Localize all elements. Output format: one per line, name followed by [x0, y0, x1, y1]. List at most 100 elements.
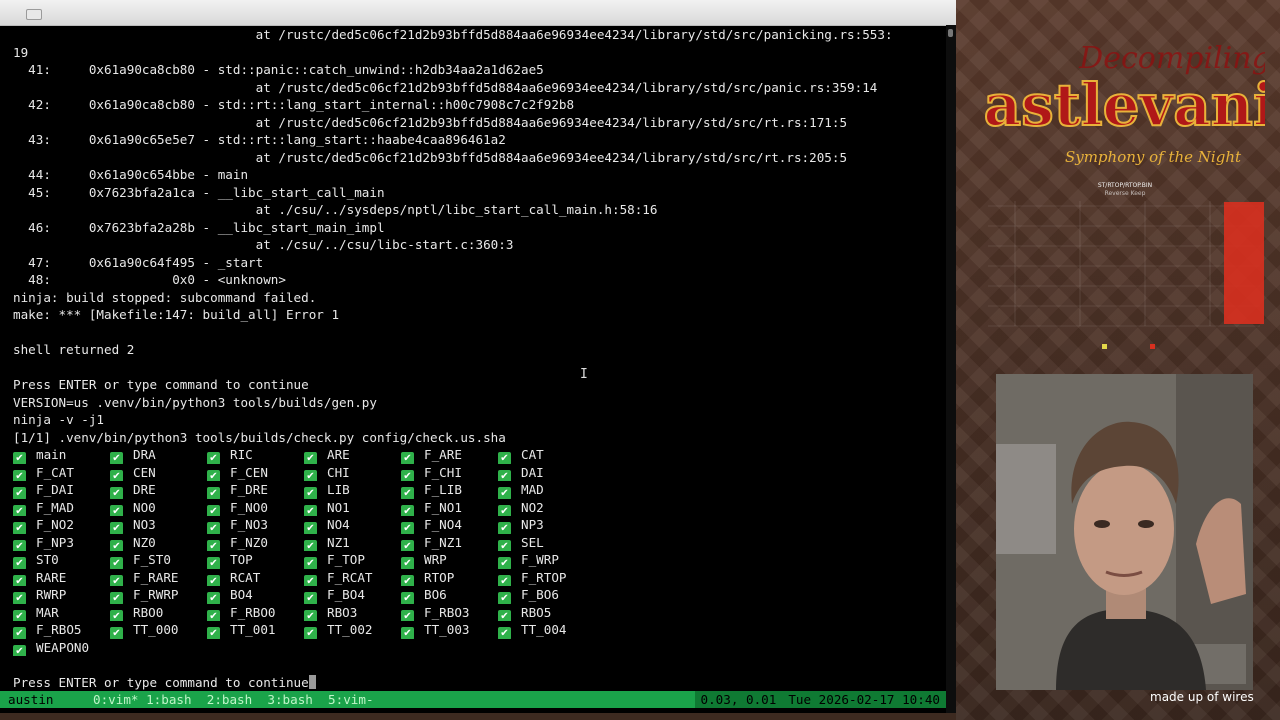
terminal-line: 42: 0x61a90ca8cb80 - std::rt::lang_start… — [13, 97, 575, 112]
check-mark-icon: ✔ — [110, 574, 123, 586]
logo-title-main: Castlevania — [985, 71, 1265, 139]
check-mark-icon: ✔ — [207, 609, 220, 621]
check-item-label: F_WRP — [521, 552, 559, 567]
check-item: ✔ DAI — [498, 464, 595, 481]
check-row: ✔ F_CAT ✔ CEN ✔ F_CEN ✔ CHI ✔ F_CHI ✔ DAI — [13, 464, 945, 481]
terminal-line: at ./csu/../sysdeps/nptl/libc_start_call… — [13, 202, 658, 217]
terminal-line: at /rustc/ded5c06cf21d2b93bffd5d884aa6e9… — [13, 79, 878, 95]
stream-caption: made up of wires — [1150, 690, 1254, 704]
check-item-label: NO1 — [327, 499, 350, 515]
check-mark-icon: ✔ — [498, 557, 511, 569]
check-mark-icon: ✔ — [207, 574, 220, 586]
check-item-label: ARE — [327, 447, 350, 462]
check-row: ✔ F_MAD ✔ NO0 ✔ F_NO0 ✔ NO1 ✔ F_NO1 ✔ NO2 — [13, 499, 945, 516]
check-mark-icon: ✔ — [207, 592, 220, 604]
check-item-label: F_NO0 — [230, 499, 268, 515]
check-mark-icon: ✔ — [13, 627, 26, 639]
check-row: ✔ F_NO2 ✔ NO3 ✔ F_NO3 ✔ NO4 ✔ F_NO4 ✔ NP3 — [13, 516, 945, 534]
terminal-line: 43: 0x61a90c65e5e7 - std::rt::lang_start… — [13, 132, 506, 147]
check-item: ✔ CHI — [304, 464, 401, 481]
check-item: ✔ TT_002 — [304, 621, 401, 639]
check-item: ✔ F_BO4 — [304, 586, 401, 604]
tmux-session-name[interactable]: austin — [0, 691, 78, 708]
terminal-line: 46: 0x7623bfa2a28b - __libc_start_main_i… — [13, 219, 385, 235]
check-mark-icon: ✔ — [304, 452, 317, 464]
check-item-label: LIB — [327, 482, 350, 497]
check-mark-icon: ✔ — [13, 592, 26, 604]
check-mark-icon: ✔ — [304, 504, 317, 516]
check-mark-icon: ✔ — [304, 609, 317, 621]
check-mark-icon: ✔ — [401, 557, 414, 569]
check-item-label: RIC — [230, 447, 253, 462]
check-item: ✔ LIB — [304, 481, 401, 499]
check-item: ✔ DRA — [110, 446, 207, 464]
check-item-label: main — [36, 447, 67, 462]
check-item-label: F_MAD — [36, 499, 74, 515]
check-mark-icon: ✔ — [498, 469, 511, 481]
check-item-label: F_DAI — [36, 482, 74, 497]
terminal-line: at /rustc/ded5c06cf21d2b93bffd5d884aa6e9… — [13, 27, 893, 42]
check-mark-icon: ✔ — [304, 592, 317, 604]
check-mark-icon: ✔ — [498, 504, 511, 516]
check-row: ✔ F_DAI ✔ DRE ✔ F_DRE ✔ LIB ✔ F_LIB ✔ MAD — [13, 481, 945, 499]
load-average: 0.03, 0.01 — [700, 692, 777, 707]
terminal-line: make: *** [Makefile:147: build_all] Erro… — [13, 307, 340, 322]
check-item-label: NO0 — [133, 499, 156, 515]
window-titlebar[interactable] — [0, 0, 956, 26]
check-item-label: NP3 — [521, 517, 544, 532]
terminal-window[interactable]: at /rustc/ded5c06cf21d2b93bffd5d884aa6e9… — [0, 0, 956, 713]
terminal-line: 44: 0x61a90c654bbe - main — [13, 167, 249, 182]
check-item: ✔ F_RTOP — [498, 569, 595, 586]
check-mark-icon: ✔ — [304, 557, 317, 569]
terminal-prompt-line[interactable]: Press ENTER or type command to continue — [13, 674, 945, 692]
check-item: ✔ MAR — [13, 604, 110, 621]
terminal-scrollbar[interactable] — [946, 25, 956, 713]
check-mark-icon: ✔ — [110, 487, 123, 499]
check-item-label: WRP — [424, 552, 447, 567]
check-item-label: F_NO3 — [230, 517, 268, 532]
check-item: ✔ F_CHI — [401, 464, 498, 481]
check-mark-icon: ✔ — [304, 539, 317, 551]
check-mark-icon: ✔ — [207, 539, 220, 551]
logo-file-path: ST/RTOP/RTOP.BIN — [1097, 182, 1153, 189]
terminal-line: 45: 0x7623bfa2a1ca - __libc_start_call_m… — [13, 184, 385, 200]
check-item-label: F_BO6 — [521, 587, 559, 602]
check-item: ✔ NO0 — [110, 499, 207, 516]
check-mark-icon: ✔ — [13, 452, 26, 464]
check-item: ✔ F_ST0 — [110, 551, 207, 569]
check-mark-icon: ✔ — [401, 609, 414, 621]
check-mark-icon: ✔ — [498, 452, 511, 464]
window-tab-icon[interactable] — [26, 9, 42, 20]
check-item: ✔ F_RBO3 — [401, 604, 498, 621]
check-mark-icon: ✔ — [304, 627, 317, 639]
check-item: ✔ F_RWRP — [110, 586, 207, 604]
check-mark-icon: ✔ — [110, 452, 123, 464]
scrollbar-thumb[interactable] — [948, 29, 953, 37]
check-item-label: SEL — [521, 534, 544, 550]
check-item-label: RARE — [36, 569, 67, 585]
check-mark-icon: ✔ — [110, 592, 123, 604]
check-item: ✔ BO6 — [401, 586, 498, 604]
check-item-label: RBO0 — [133, 604, 164, 620]
check-item-label: F_NP3 — [36, 534, 74, 550]
check-mark-icon: ✔ — [304, 487, 317, 499]
check-item: ✔ TT_000 — [110, 621, 207, 639]
check-mark-icon: ✔ — [110, 557, 123, 569]
check-mark-icon: ✔ — [110, 609, 123, 621]
progress-bar — [1224, 202, 1264, 324]
check-item-label: F_DRE — [230, 482, 268, 497]
check-item-label: RBO5 — [521, 604, 552, 620]
check-item: ✔ MAD — [498, 481, 595, 499]
check-mark-icon: ✔ — [110, 522, 123, 534]
check-item-label: MAR — [36, 604, 59, 620]
check-item-label: F_CHI — [424, 464, 462, 480]
check-item-label: MAD — [521, 482, 544, 497]
check-row: ✔ RWRP ✔ F_RWRP ✔ BO4 ✔ F_BO4 ✔ BO6 ✔ F_BO6 — [13, 586, 945, 604]
check-item: ✔ main — [13, 446, 110, 464]
check-item-label: F_RBO0 — [230, 604, 276, 620]
check-mark-icon: ✔ — [207, 487, 220, 499]
progress-mini-chart — [988, 201, 1264, 349]
tmux-window-list[interactable]: 0:vim* 1:bash 2:bash 3:bash 5:vim- — [93, 691, 374, 708]
check-item-label: WEAPON0 — [36, 639, 90, 655]
check-item: ✔ SEL — [498, 534, 595, 551]
